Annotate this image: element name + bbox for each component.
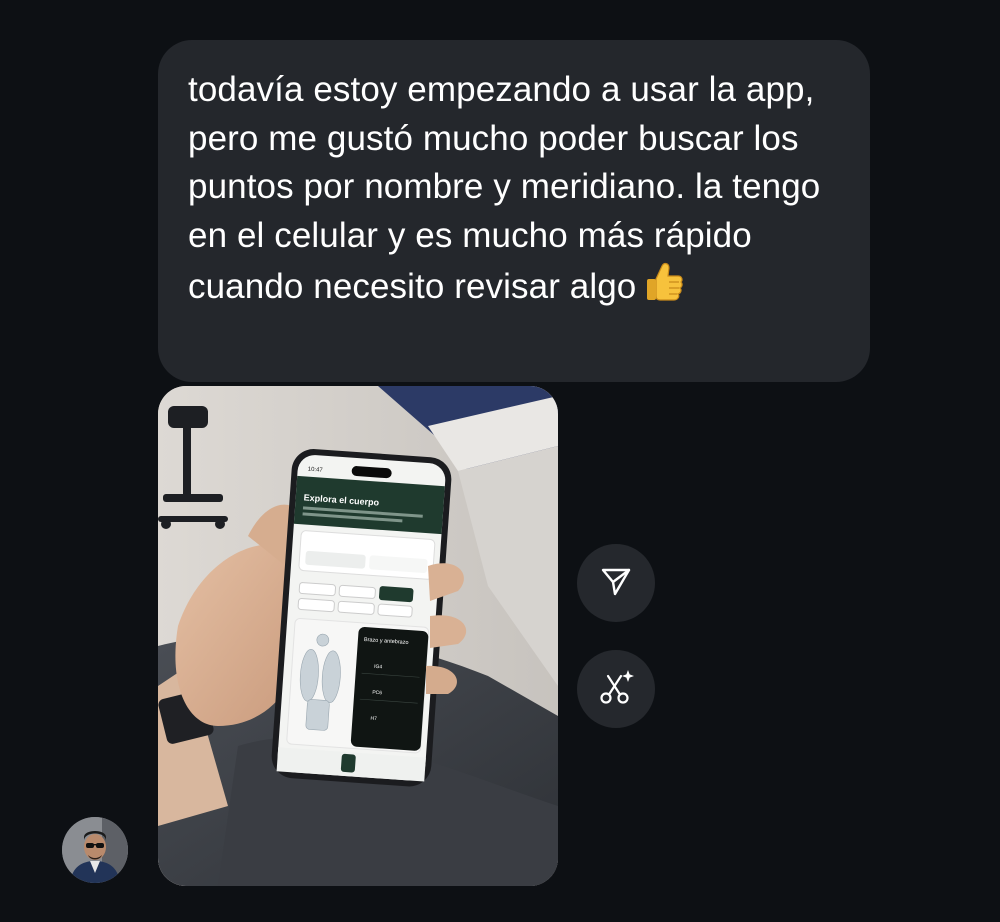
- photo-attachment[interactable]: 10:47 Explora el cuerpo Brazo y antebraz…: [158, 386, 558, 886]
- avatar[interactable]: [62, 817, 128, 883]
- chat-screen: todavía estoy empezando a usar la app, p…: [0, 0, 1000, 922]
- remix-button[interactable]: [577, 650, 655, 728]
- message-text: todavía estoy empezando a usar la app, p…: [188, 70, 821, 306]
- phone-point-1: IG4: [374, 664, 383, 671]
- send-icon: [599, 564, 633, 603]
- scissors-sparkle-icon: [596, 667, 636, 712]
- thumbs-up-emoji: [642, 260, 686, 318]
- message-bubble[interactable]: todavía estoy empezando a usar la app, p…: [158, 40, 870, 382]
- phone-time: 10:47: [307, 467, 323, 474]
- phone-point-2: PC6: [372, 690, 382, 697]
- phone-point-3: H7: [370, 716, 377, 722]
- share-button[interactable]: [577, 544, 655, 622]
